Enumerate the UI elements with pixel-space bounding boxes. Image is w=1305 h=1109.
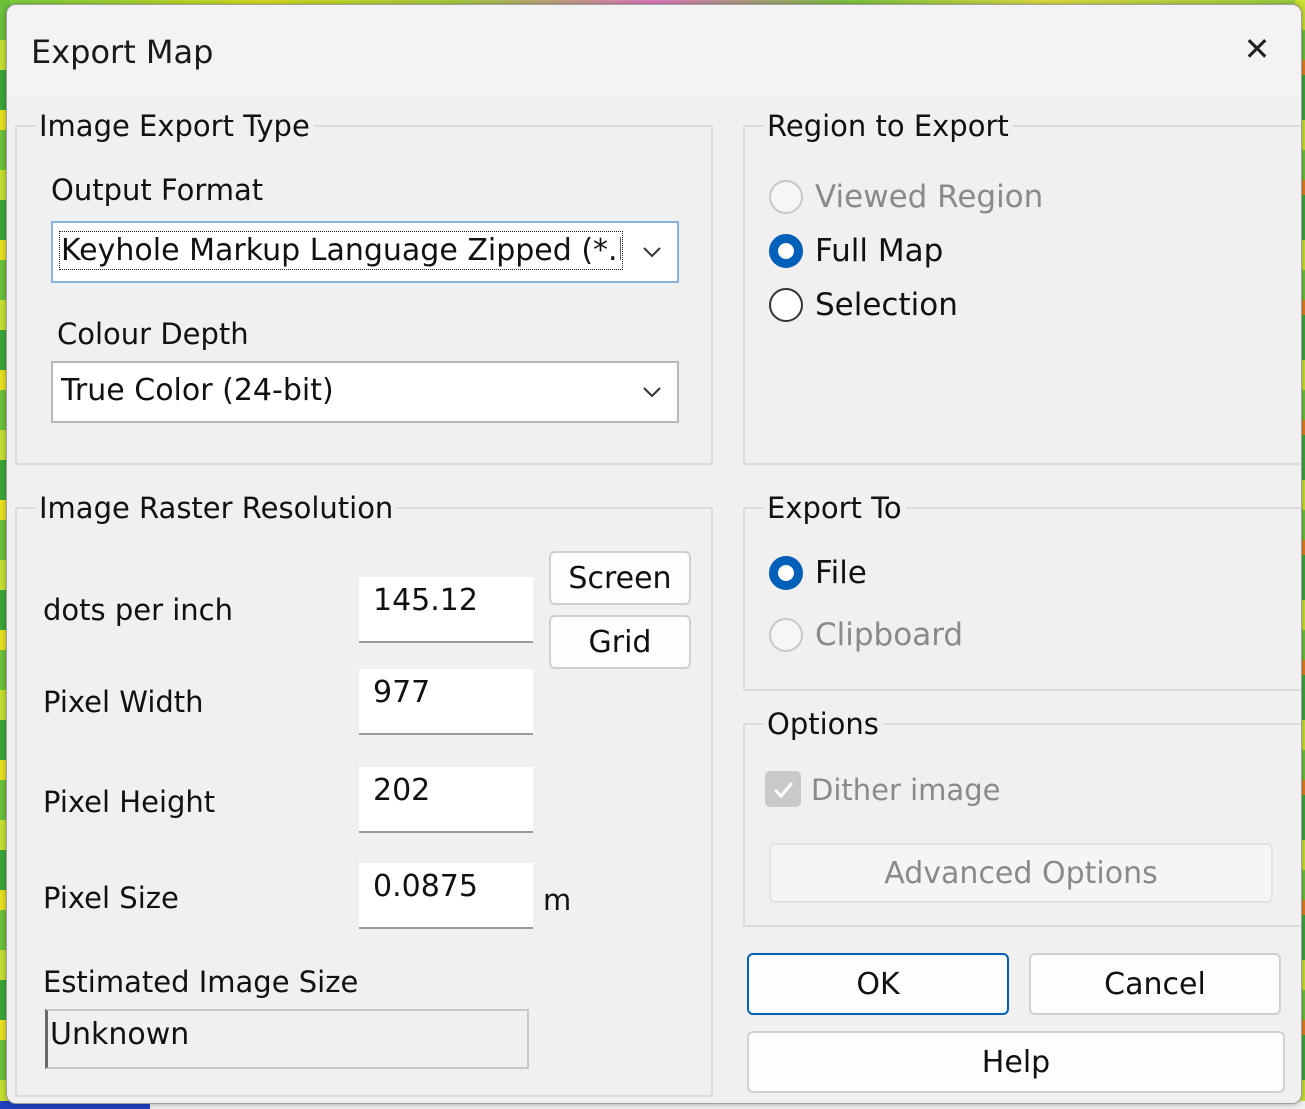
dither-label: Dither image	[811, 773, 1001, 807]
radio-button	[769, 234, 803, 268]
raster-resolution-label: Image Raster Resolution	[35, 491, 398, 525]
output-format-select[interactable]: Keyhole Markup Language Zipped (*.kmz)	[51, 221, 679, 283]
radio-label: Viewed Region	[815, 179, 1044, 215]
chevron-down-icon	[643, 247, 661, 258]
radio-clipboard[interactable]: Clipboard	[769, 617, 963, 653]
pixel-height-input[interactable]: 202	[359, 767, 533, 833]
radio-label: Full Map	[815, 233, 944, 269]
grid-button[interactable]: Grid	[549, 615, 691, 669]
pixel-width-label: Pixel Width	[43, 685, 204, 719]
radio-button	[769, 618, 803, 652]
output-format-label: Output Format	[51, 173, 264, 207]
radio-label: File	[815, 555, 867, 591]
close-icon: ✕	[1243, 30, 1271, 68]
radio-label: Clipboard	[815, 617, 964, 653]
region-to-export-label: Region to Export	[763, 109, 1013, 143]
cancel-button[interactable]: Cancel	[1029, 953, 1281, 1015]
export-to-group	[743, 507, 1301, 691]
radio-button	[769, 180, 803, 214]
colour-depth-label: Colour Depth	[57, 317, 249, 351]
radio-full-map[interactable]: Full Map	[769, 233, 943, 269]
advanced-options-button[interactable]: Advanced Options	[769, 843, 1273, 903]
colour-depth-value: True Color (24-bit)	[61, 373, 334, 408]
dialog-title: Export Map	[31, 33, 214, 71]
image-export-type-label: Image Export Type	[35, 109, 314, 143]
estimated-size-value: Unknown	[45, 1009, 529, 1069]
pixel-height-label: Pixel Height	[43, 785, 216, 819]
radio-button	[769, 556, 803, 590]
radio-file[interactable]: File	[769, 555, 867, 591]
screen-button[interactable]: Screen	[549, 551, 691, 605]
dither-checkbox[interactable]	[765, 771, 801, 807]
chevron-down-icon	[643, 387, 661, 398]
radio-label: Selection	[815, 287, 958, 323]
close-button[interactable]: ✕	[1227, 19, 1287, 79]
radio-viewed-region[interactable]: Viewed Region	[769, 179, 1043, 215]
help-button[interactable]: Help	[747, 1031, 1285, 1093]
pixel-size-input[interactable]: 0.0875	[359, 863, 533, 929]
estimated-size-label: Estimated Image Size	[43, 965, 359, 999]
export-to-label: Export To	[763, 491, 906, 525]
pixel-size-unit: m	[543, 883, 572, 917]
colour-depth-select[interactable]: True Color (24-bit)	[51, 361, 679, 423]
export-map-dialog: Export Map ✕ Image Export Type Output Fo…	[6, 4, 1302, 1104]
pixel-size-label: Pixel Size	[43, 881, 179, 915]
output-format-value: Keyhole Markup Language Zipped (*.kmz)	[59, 231, 623, 270]
dpi-label: dots per inch	[43, 593, 234, 627]
ok-button[interactable]: OK	[747, 953, 1009, 1015]
options-label: Options	[763, 707, 883, 741]
pixel-width-input[interactable]: 977	[359, 669, 533, 735]
radio-selection[interactable]: Selection	[769, 287, 958, 323]
checkmark-icon	[773, 782, 794, 799]
title-bar: Export Map ✕	[7, 5, 1301, 97]
radio-button	[769, 288, 803, 322]
dpi-input[interactable]: 145.12	[359, 577, 533, 643]
